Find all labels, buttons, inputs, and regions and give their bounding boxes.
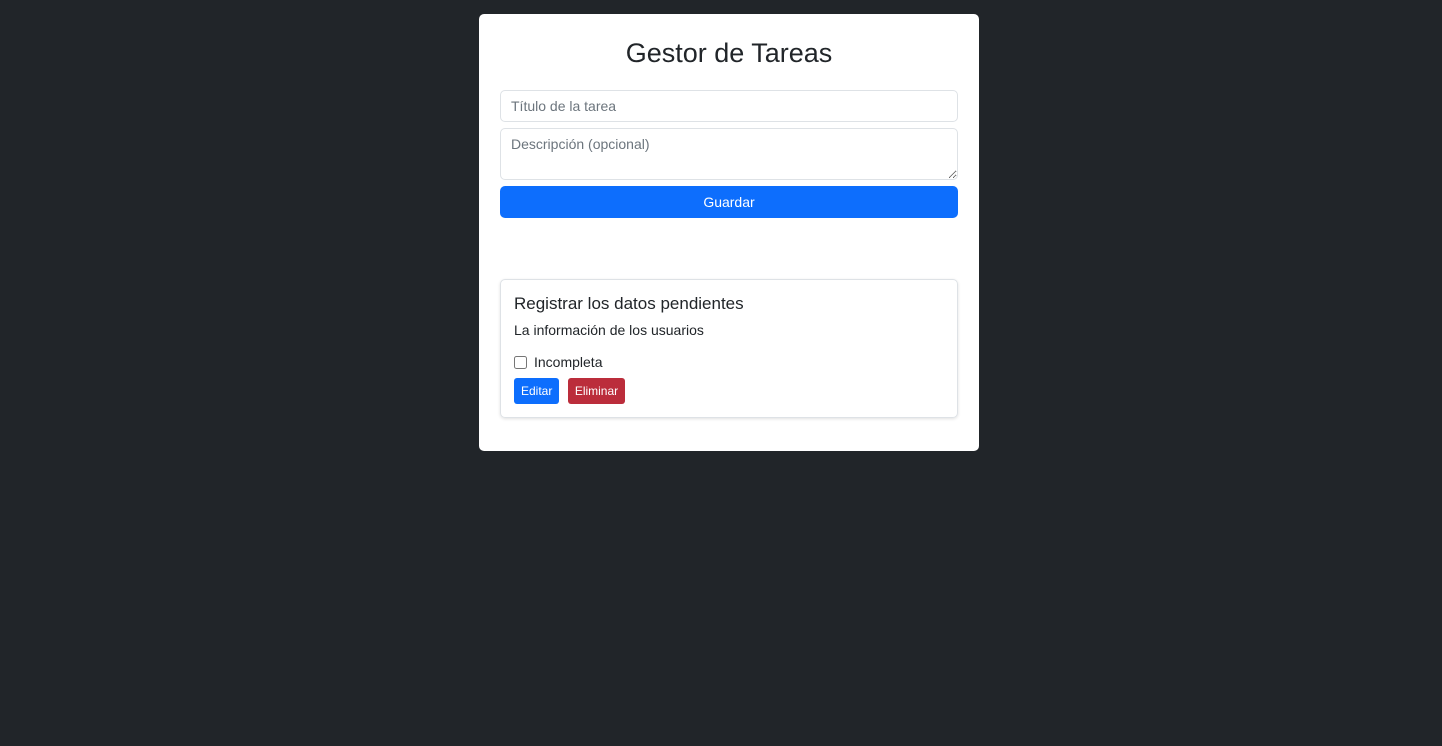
edit-button[interactable]: Editar bbox=[514, 378, 560, 404]
task-manager-panel: Gestor de Tareas Guardar Registrar los d… bbox=[479, 14, 979, 451]
delete-button[interactable]: Eliminar bbox=[567, 378, 626, 404]
task-card: Registrar los datos pendientes La inform… bbox=[500, 279, 958, 418]
task-description-input[interactable] bbox=[500, 128, 958, 180]
task-description: La información de los usuarios bbox=[514, 322, 704, 338]
page-title: Gestor de Tareas bbox=[625, 38, 833, 68]
task-complete-checkbox[interactable] bbox=[514, 355, 527, 369]
task-title: Registrar los datos pendientes bbox=[514, 294, 744, 313]
task-status-checkbox-label[interactable]: Incompleta bbox=[514, 354, 944, 370]
task-title-input[interactable] bbox=[500, 90, 958, 122]
task-status: Incompleta bbox=[534, 354, 603, 370]
save-button[interactable]: Guardar bbox=[500, 186, 958, 218]
